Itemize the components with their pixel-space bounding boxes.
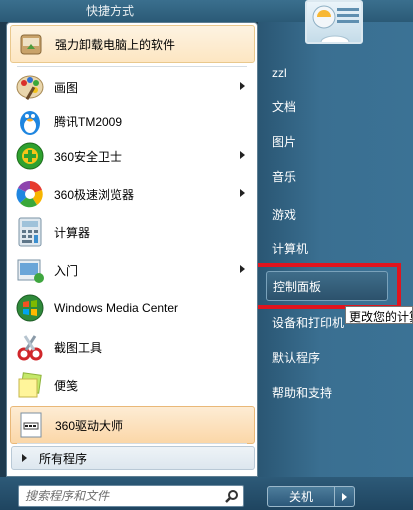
- separator: [17, 66, 247, 67]
- menu-item-snipping-tool[interactable]: 截图工具: [10, 328, 255, 366]
- menu-item-360-safe[interactable]: 360安全卫士: [10, 137, 255, 175]
- search-input[interactable]: [25, 487, 221, 505]
- menu-item-360-browser[interactable]: 360极速浏览器: [10, 175, 255, 213]
- highlight-annotation-box: [253, 263, 401, 309]
- menu-item-label: 强力卸载电脑上的软件: [55, 37, 176, 52]
- uninstall-icon: [15, 28, 47, 60]
- tm-penguin-icon: [14, 105, 46, 137]
- paint-icon: [14, 71, 46, 103]
- menu-item-label: 计算器: [54, 225, 91, 240]
- menu-item-label: 360极速浏览器: [54, 187, 135, 202]
- 360-browser-icon: [14, 178, 46, 210]
- sticky-notes-icon: [14, 369, 46, 401]
- all-programs-button[interactable]: 所有程序: [11, 446, 255, 470]
- chevron-right-icon: [342, 492, 347, 501]
- menu-item-label: 360驱动大师: [55, 418, 124, 433]
- peek-text: 快捷方式: [86, 4, 135, 18]
- menu-item-label: 便笺: [54, 378, 79, 393]
- submenu-arrow-icon: [240, 189, 245, 197]
- menu-item-label: Windows Media Center: [54, 301, 179, 315]
- getting-started-icon: [14, 254, 46, 286]
- right-item-pictures[interactable]: 图片: [266, 126, 404, 156]
- media-center-icon: [14, 292, 46, 324]
- menu-item-getting-started[interactable]: 入门: [10, 251, 255, 289]
- menu-item-paint[interactable]: 画图: [10, 68, 255, 106]
- snipping-tool-icon: [14, 331, 46, 363]
- right-item-computer[interactable]: 计算机: [266, 233, 404, 263]
- user-picture[interactable]: [305, 0, 363, 44]
- submenu-arrow-icon: [240, 82, 245, 90]
- search-box[interactable]: [18, 485, 244, 507]
- menu-item-label: 截图工具: [54, 340, 103, 355]
- calculator-icon: [14, 216, 46, 248]
- 360-safe-icon: [14, 140, 46, 172]
- menu-item-media-center[interactable]: Windows Media Center: [10, 289, 255, 327]
- menu-item-label: 入门: [54, 263, 79, 278]
- menu-item-calculator[interactable]: 计算器: [10, 213, 255, 251]
- menu-item-tm2009[interactable]: 腾讯TM2009: [10, 102, 255, 140]
- menu-item-sticky-notes[interactable]: 便笺: [10, 366, 255, 404]
- search-icon[interactable]: [221, 486, 243, 506]
- menu-item-label: 腾讯TM2009: [54, 114, 123, 129]
- shutdown-options-button[interactable]: [335, 486, 355, 507]
- menu-item-uninstaller[interactable]: 强力卸载电脑上的软件: [10, 25, 255, 63]
- separator: [17, 443, 247, 444]
- tooltip: 更改您的计算机: [345, 306, 413, 324]
- right-item-games[interactable]: 游戏: [266, 199, 404, 229]
- right-item-default-programs[interactable]: 默认程序: [266, 342, 404, 372]
- driver-master-icon: [15, 409, 47, 441]
- user-avatar-icon: [312, 5, 359, 42]
- shutdown-label: 关机: [288, 490, 313, 504]
- all-programs-label: 所有程序: [39, 451, 88, 466]
- menu-item-label: 360安全卫士: [54, 149, 123, 164]
- menu-item-driver-master[interactable]: 360驱动大师: [10, 406, 255, 444]
- menu-item-label: 画图: [54, 80, 79, 95]
- left-pane: 强力卸载电脑上的软件 画图 腾讯TM2009 360安全卫士 360极速浏览器 …: [6, 22, 258, 477]
- right-item-help-support[interactable]: 帮助和支持: [266, 377, 404, 407]
- triangle-right-icon: [22, 454, 27, 462]
- submenu-arrow-icon: [240, 265, 245, 273]
- submenu-arrow-icon: [240, 151, 245, 159]
- right-item-documents[interactable]: 文档: [266, 91, 404, 121]
- shutdown-button[interactable]: 关机: [267, 486, 335, 507]
- right-item-music[interactable]: 音乐: [266, 161, 404, 191]
- right-item-user[interactable]: zzl: [266, 58, 404, 88]
